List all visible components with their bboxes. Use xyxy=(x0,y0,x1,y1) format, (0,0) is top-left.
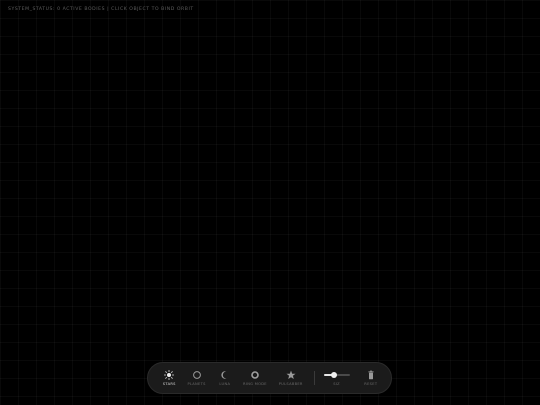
tool-ring-mode-label: Ring Mode xyxy=(243,382,267,386)
toolbar-dock: Stars Planets Luna Ring Mode xyxy=(147,362,392,394)
star-icon xyxy=(286,370,296,380)
tool-planets[interactable]: Planets xyxy=(183,366,211,390)
ring-outline-icon xyxy=(192,370,202,380)
reset-button[interactable]: Reset xyxy=(359,366,383,390)
reset-label: Reset xyxy=(364,382,378,386)
size-control: Siz xyxy=(322,366,350,390)
tool-ring-mode[interactable]: Ring Mode xyxy=(239,366,271,390)
tool-luna[interactable]: Luna xyxy=(213,366,237,390)
trash-icon xyxy=(366,370,376,380)
space-canvas[interactable] xyxy=(0,0,540,405)
donut-icon xyxy=(250,370,260,380)
tool-pulsar-label: Pulsabber xyxy=(278,382,303,386)
tool-stars[interactable]: Stars xyxy=(158,366,181,390)
sun-icon xyxy=(164,370,175,380)
tool-pulsar[interactable]: Pulsabber xyxy=(273,366,309,390)
size-slider[interactable] xyxy=(323,370,350,380)
dock-divider xyxy=(313,371,315,385)
moon-icon xyxy=(220,370,230,380)
tool-stars-label: Stars xyxy=(162,382,176,386)
system-status-text: System_Status: 0 Active Bodies | Click o… xyxy=(8,7,194,12)
size-label: Siz xyxy=(333,382,340,386)
tool-luna-label: Luna xyxy=(219,382,231,386)
tool-planets-label: Planets xyxy=(187,382,206,386)
size-slider-knob[interactable] xyxy=(330,372,337,378)
